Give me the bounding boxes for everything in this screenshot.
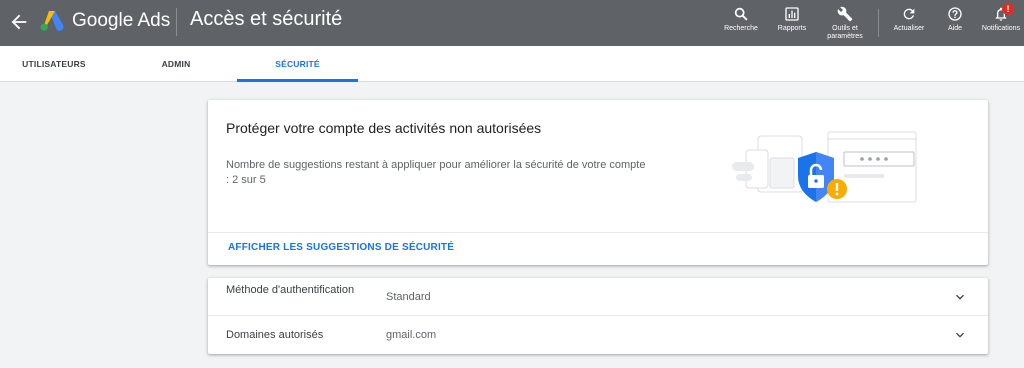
authentication-method-label: Méthode d'authentification — [226, 284, 355, 296]
tab-security[interactable]: SÉCURITÉ — [237, 46, 358, 82]
refresh-icon — [903, 8, 915, 20]
chevron-down-icon[interactable] — [952, 289, 968, 305]
wrench-icon — [837, 6, 853, 22]
tools-settings-label-line1: Outils et — [832, 25, 858, 32]
notifications-label: Notifications — [981, 25, 1021, 32]
authorized-domains-value: gmail.com — [386, 329, 437, 341]
help-button[interactable]: Aide — [944, 6, 966, 33]
show-security-suggestions-link[interactable]: AFFICHER LES SUGGESTIONS DE SÉCURITÉ — [228, 242, 454, 253]
tools-settings-button[interactable]: Outils et paramètres — [824, 6, 866, 41]
card-description: Nombre de suggestions restant à applique… — [226, 159, 646, 186]
reports-icon — [785, 7, 799, 21]
security-settings-card: Méthode d'authentification Standard Doma… — [208, 278, 988, 354]
tab-users[interactable]: UTILISATEURS — [0, 46, 108, 82]
tools-settings-label-line2: paramètres — [827, 33, 863, 40]
tab-bar: UTILISATEURS ADMIN SÉCURITÉ — [0, 46, 1024, 82]
help-icon — [948, 7, 962, 21]
card-title: Protéger votre compte des activités non … — [226, 120, 542, 136]
reports-button[interactable]: Rapports — [776, 6, 808, 33]
search-button[interactable]: Recherche — [724, 6, 758, 33]
toolbar-divider — [878, 9, 879, 37]
authentication-method-value: Standard — [386, 291, 431, 303]
header-divider — [176, 8, 177, 36]
settings-row-authorized-domains[interactable]: Domaines autorisés gmail.com — [208, 316, 988, 354]
card-divider — [208, 232, 988, 233]
help-label: Aide — [947, 25, 962, 32]
security-suggestions-card: Protéger votre compte des activités non … — [208, 100, 988, 265]
tools-settings-label: Outils et paramètres — [824, 25, 866, 41]
refresh-button[interactable]: Actualiser — [892, 6, 926, 33]
settings-row-authentication[interactable]: Méthode d'authentification Standard — [208, 278, 988, 316]
tab-admin[interactable]: ADMIN — [138, 46, 214, 82]
notification-badge: ! — [1002, 3, 1014, 15]
active-tab-indicator — [237, 79, 358, 82]
google-ads-logo-icon — [40, 11, 64, 31]
search-icon — [734, 7, 748, 21]
brand-name: Google Ads — [72, 10, 171, 31]
reports-label: Rapports — [777, 25, 807, 32]
top-app-bar: Google Ads Accès et sécurité Recherche R… — [0, 0, 1024, 46]
back-arrow-icon[interactable] — [8, 11, 30, 33]
chevron-down-icon[interactable] — [952, 327, 968, 343]
refresh-label: Actualiser — [893, 25, 925, 32]
search-label: Recherche — [724, 25, 758, 32]
security-illustration-icon — [732, 131, 917, 203]
page-title: Accès et sécurité — [190, 8, 343, 30]
authorized-domains-label: Domaines autorisés — [226, 329, 324, 341]
notifications-button[interactable]: Notifications — [980, 6, 1022, 33]
